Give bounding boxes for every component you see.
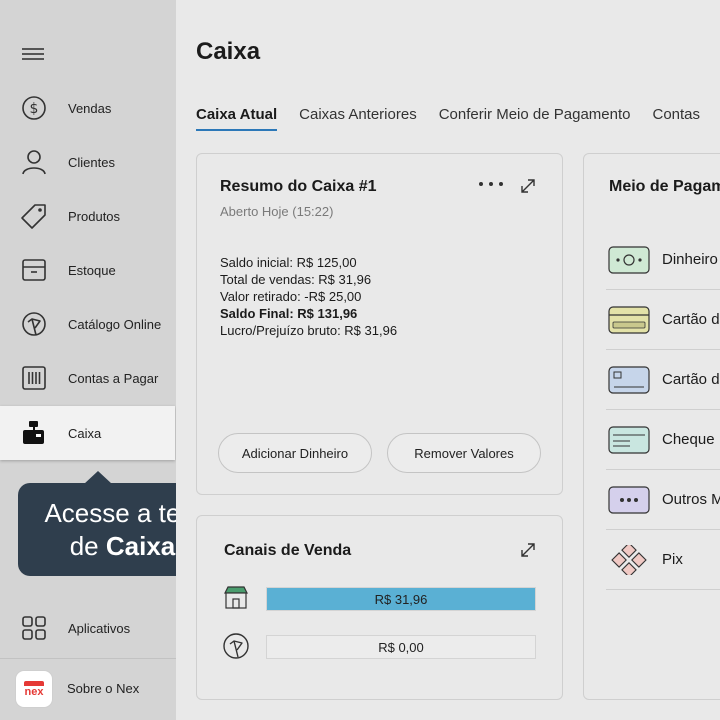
cash-register-icon — [20, 419, 48, 447]
svg-text:$: $ — [30, 101, 39, 117]
cash-icon — [608, 245, 650, 275]
barcode-icon — [20, 364, 48, 392]
sidebar-item-produtos[interactable]: Produtos — [0, 189, 176, 243]
debit-card-icon — [608, 365, 650, 395]
canais-title: Canais de Venda — [224, 542, 352, 559]
resumo-subtitle: Aberto Hoje (15:22) — [220, 204, 334, 219]
dollar-circle-icon: $ — [20, 94, 48, 122]
payment-method-cartao-de-debito[interactable]: Cartão de Débito — [606, 350, 720, 410]
catalog-icon — [221, 631, 251, 661]
sidebar-item-contas-a-pagar[interactable]: Contas a Pagar — [0, 351, 176, 405]
payment-method-label: Outros Meios — [662, 491, 720, 508]
tab-caixa-atual[interactable]: Caixa Atual — [196, 106, 278, 131]
store-icon — [221, 583, 251, 613]
sidebar-item-vendas[interactable]: $ Vendas — [0, 81, 176, 135]
sidebar-item-label: Clientes — [68, 154, 115, 170]
sidebar-item-catalogo-online[interactable]: Catálogo Online — [0, 297, 176, 351]
payment-method-cheque[interactable]: Cheque — [606, 410, 720, 470]
catalog-icon — [20, 310, 48, 338]
payment-method-dinheiro[interactable]: Dinheiro — [606, 230, 720, 290]
box-icon — [20, 256, 48, 284]
payment-method-cartao-de-credito[interactable]: Cartão de Crédito — [606, 290, 720, 350]
nex-logo[interactable]: nex — [16, 671, 52, 707]
resumo-card: Resumo do Caixa #1 Aberto Hoje (15:22) S… — [196, 153, 563, 495]
resumo-title: Resumo do Caixa #1 — [220, 178, 377, 195]
sidebar: $ Vendas Clientes Produtos Estoque Catál… — [0, 0, 176, 720]
pix-icon — [608, 541, 650, 578]
payment-method-pix[interactable]: Pix — [606, 530, 720, 590]
sidebar-item-label: Vendas — [68, 100, 112, 116]
adicionar-dinheiro-button[interactable]: Adicionar Dinheiro — [218, 433, 372, 473]
remover-valores-button[interactable]: Remover Valores — [387, 433, 541, 473]
saldo-final: Saldo Final: R$ 131,96 — [220, 306, 358, 321]
channel-bar: R$ 0,00 — [266, 635, 536, 659]
tab-conferir-meio-de-pagamento[interactable]: Conferir Meio de Pagamento — [439, 106, 631, 129]
tab-contas[interactable]: Contas — [652, 106, 700, 129]
sidebar-item-aplicativos[interactable]: Aplicativos — [0, 601, 176, 655]
payment-method-label: Dinheiro — [662, 251, 718, 268]
payment-method-label: Cheque — [662, 431, 715, 448]
sidebar-item-label: Sobre o Nex — [67, 680, 140, 696]
credit-card-icon — [608, 305, 650, 335]
channel-value: R$ 31,96 — [374, 591, 428, 607]
sidebar-item-estoque[interactable]: Estoque — [0, 243, 176, 297]
channel-row-catalogo: R$ 0,00 — [221, 631, 541, 661]
more-icon — [608, 485, 650, 515]
tag-icon — [20, 202, 48, 230]
payment-method-label: Cartão de Débito — [662, 371, 720, 388]
total-de-vendas: Total de vendas: R$ 31,96 — [220, 272, 372, 287]
channel-row-loja: R$ 31,96 — [221, 583, 541, 613]
meio-de-pagamento-card: Meio de Pagamento Dinheiro Cartão de Cré… — [583, 153, 720, 700]
hamburger-menu-icon[interactable] — [22, 45, 44, 63]
payment-method-label: Pix — [662, 551, 683, 568]
page-title: Caixa — [196, 38, 261, 65]
sidebar-item-label: Produtos — [68, 208, 121, 224]
sidebar-item-caixa[interactable]: Caixa — [0, 406, 175, 460]
saldo-inicial: Saldo inicial: R$ 125,00 — [220, 255, 357, 270]
lucro-prejuizo-bruto: Lucro/Prejuízo bruto: R$ 31,96 — [220, 323, 398, 338]
sidebar-item-label: Catálogo Online — [68, 316, 162, 332]
expand-icon[interactable] — [519, 541, 537, 559]
tab-caixas-anteriores[interactable]: Caixas Anteriores — [299, 106, 417, 129]
resumo-summary: Saldo inicial: R$ 125,00 Total de vendas… — [220, 254, 397, 339]
sidebar-item-label: Estoque — [68, 262, 116, 278]
valor-retirado: Valor retirado: -R$ 25,00 — [220, 289, 362, 304]
payment-method-label: Cartão de Crédito — [662, 311, 720, 328]
user-icon — [20, 148, 48, 176]
canais-de-venda-card: Canais de Venda R$ 31,96 R$ 0,00 — [196, 515, 563, 700]
check-icon — [608, 425, 650, 455]
sidebar-item-label: Aplicativos — [68, 620, 131, 636]
channel-bar: R$ 31,96 — [266, 587, 536, 611]
tab-bar: Caixa Atual Caixas Anteriores Conferir Mei… — [196, 106, 720, 132]
meio-title: Meio de Pagamento — [609, 178, 720, 195]
expand-icon[interactable] — [519, 177, 537, 195]
payment-method-outros-meios[interactable]: Outros Meios — [606, 470, 720, 530]
grid-icon — [20, 614, 48, 642]
sidebar-divider — [0, 658, 176, 659]
channel-value: R$ 0,00 — [378, 639, 424, 655]
sidebar-item-label: Caixa — [68, 425, 102, 441]
main-content: Caixa Caixa Atual Caixas Anteriores Confer… — [176, 0, 720, 720]
more-options-icon[interactable] — [479, 177, 503, 191]
sidebar-item-label: Contas a Pagar — [68, 370, 159, 386]
sidebar-item-clientes[interactable]: Clientes — [0, 135, 176, 189]
